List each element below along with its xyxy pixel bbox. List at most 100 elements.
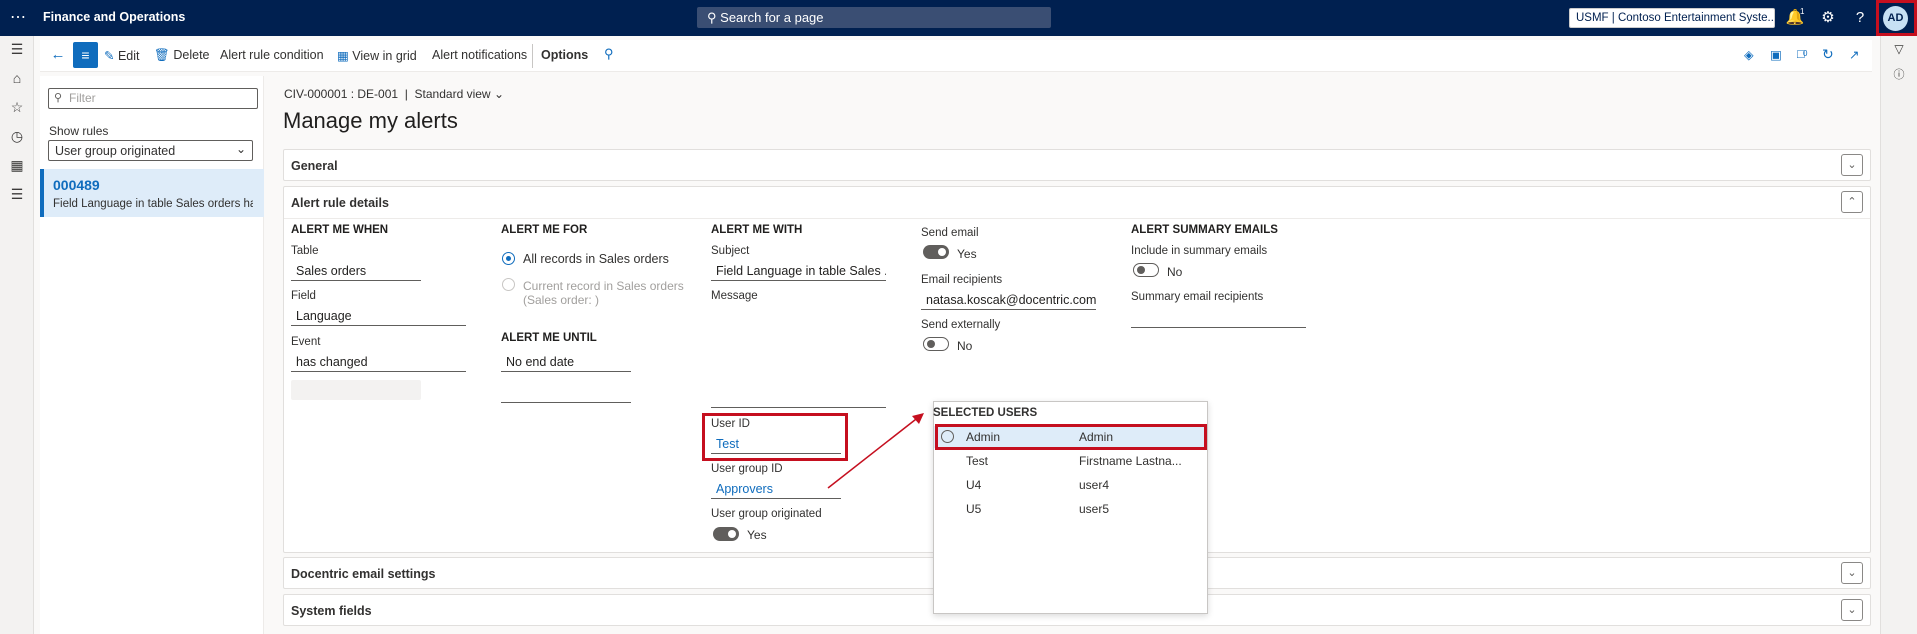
send-externally-toggle[interactable] <box>923 337 949 351</box>
message-input[interactable] <box>711 407 886 408</box>
user-row-id: U5 <box>966 502 982 516</box>
send-email-value: Yes <box>957 247 977 261</box>
power-apps-icon[interactable]: ◈ <box>1744 47 1754 65</box>
top-navigation-bar: ⋯ Finance and Operations ⚲ Search for a … <box>0 0 1917 36</box>
left-navigation-rail: ☰ ⌂ ☆ ◷ ▦ ☰ <box>0 36 34 634</box>
tab-general-title: General <box>291 159 338 173</box>
avatar[interactable]: AD <box>1883 6 1908 31</box>
email-recipients-field[interactable]: natasa.koscak@docentric.com <box>921 293 1096 310</box>
alert-me-for-heading: ALERT ME FOR <box>501 224 588 236</box>
action-search-icon[interactable]: ⚲ <box>604 46 614 64</box>
open-new-window-icon[interactable]: ↗ <box>1849 47 1859 65</box>
user-row[interactable]: U5 user5 <box>934 498 1206 520</box>
event-label: Event <box>291 336 321 348</box>
list-view-icon[interactable]: ≡ <box>73 42 98 68</box>
info-icon[interactable]: ⓘ <box>1890 66 1908 84</box>
user-row-id: U4 <box>966 478 982 492</box>
attachments-count: 0 <box>1803 49 1808 58</box>
view-in-grid-button[interactable]: ▦ View in grid <box>337 48 417 66</box>
chevron-down-icon[interactable]: ⌄ <box>494 87 504 101</box>
search-placeholder: Search for a page <box>720 10 824 25</box>
event-field[interactable]: has changed <box>291 355 466 372</box>
send-email-label: Send email <box>921 227 979 239</box>
list-item-description: Field Language in table Sales orders ha.… <box>53 198 253 210</box>
filter-search-icon: ⚲ <box>54 92 63 104</box>
alert-notifications-button[interactable]: Alert notifications <box>432 48 527 66</box>
chevron-down-icon: ⌄ <box>235 142 246 156</box>
pencil-icon: ✎ <box>104 49 115 63</box>
subject-field[interactable]: Field Language in table Sales ... <box>711 264 886 281</box>
office-icon[interactable]: ▣ <box>1770 47 1782 65</box>
summary-recipients-input[interactable] <box>1131 327 1306 328</box>
list-item[interactable]: 000489 Field Language in table Sales ord… <box>40 169 264 217</box>
alert-me-when-heading: ALERT ME WHEN <box>291 224 389 236</box>
radio-all-records[interactable] <box>502 252 515 265</box>
record-caption: CIV-000001 : DE-001 <box>284 87 399 101</box>
user-row-name: user5 <box>1079 502 1110 516</box>
chevron-down-icon[interactable]: ⌄ <box>1841 599 1863 621</box>
send-email-toggle[interactable] <box>923 245 949 259</box>
trash-icon: 🗑 <box>154 48 170 62</box>
include-summary-label: Include in summary emails <box>1131 245 1268 257</box>
filter-funnel-icon[interactable]: ▽ <box>1890 40 1908 58</box>
refresh-icon[interactable]: ↻ <box>1822 46 1834 64</box>
radio-current-record-sublabel: (Sales order: ) <box>523 293 600 307</box>
options-tab[interactable]: Options <box>541 48 588 66</box>
user-group-originated-toggle[interactable] <box>713 527 739 541</box>
back-arrow-icon[interactable]: ← <box>48 45 68 65</box>
home-icon[interactable]: ⌂ <box>8 69 26 87</box>
chevron-down-icon[interactable]: ⌄ <box>1841 154 1863 176</box>
filter-placeholder: Filter <box>69 91 96 105</box>
action-divider <box>532 44 533 68</box>
chevron-up-icon[interactable]: ⌃ <box>1841 191 1863 213</box>
hamburger-menu-icon[interactable]: ☰ <box>8 40 26 58</box>
summary-recipients-label: Summary email recipients <box>1131 291 1264 303</box>
user-group-originated-value: Yes <box>747 528 767 542</box>
search-icon: ⚲ <box>707 10 717 25</box>
app-launcher-icon[interactable]: ⋯ <box>9 9 27 27</box>
tab-system-fields-title: System fields <box>291 604 372 618</box>
user-row-name: user4 <box>1079 478 1110 492</box>
include-summary-toggle[interactable] <box>1133 263 1159 277</box>
company-selector[interactable]: USMF | Contoso Entertainment Syste... <box>1569 8 1775 28</box>
settings-gear-icon[interactable]: ⚙ <box>1818 8 1838 28</box>
field-label: Field <box>291 290 316 302</box>
view-selector[interactable]: Standard view <box>415 87 491 101</box>
modules-list-icon[interactable]: ☰ <box>8 185 26 203</box>
alert-rule-condition-button[interactable]: Alert rule condition <box>220 48 324 66</box>
page-search-box[interactable]: ⚲ Search for a page <box>697 7 1051 28</box>
breadcrumb-separator: | <box>404 87 408 101</box>
right-pane-rail: ▽ ⓘ <box>1880 36 1917 634</box>
tab-general[interactable]: General ⌄ <box>283 149 1871 181</box>
tab-alert-rule-details-title: Alert rule details <box>291 196 389 210</box>
breadcrumb: CIV-000001 : DE-001 | Standard view ⌄ <box>284 87 504 101</box>
app-title: Finance and Operations <box>43 10 186 24</box>
filter-input[interactable]: ⚲ Filter <box>48 88 258 109</box>
send-externally-value: No <box>957 339 973 353</box>
end-date-input[interactable] <box>501 402 631 403</box>
field-field[interactable]: Language <box>291 309 466 326</box>
table-field[interactable]: Sales orders <box>291 264 421 281</box>
chevron-down-icon[interactable]: ⌄ <box>1841 562 1863 584</box>
workspaces-icon[interactable]: ▦ <box>8 156 26 174</box>
user-row[interactable]: U4 user4 <box>934 474 1206 496</box>
recent-clock-icon[interactable]: ◷ <box>8 127 26 145</box>
delete-button[interactable]: 🗑 Delete <box>154 48 210 66</box>
alert-me-with-heading: ALERT ME WITH <box>711 224 803 236</box>
show-rules-label: Show rules <box>49 124 109 138</box>
help-icon[interactable]: ? <box>1850 8 1870 28</box>
selected-user-highlight-box <box>935 424 1207 450</box>
user-row[interactable]: Test Firstname Lastna... <box>934 450 1206 472</box>
radio-current-record <box>502 278 515 291</box>
message-label: Message <box>711 290 758 302</box>
user-group-id-label: User group ID <box>711 463 783 475</box>
favorites-star-icon[interactable]: ☆ <box>8 98 26 116</box>
tab-divider <box>284 218 1870 219</box>
show-rules-value: User group originated <box>55 144 176 158</box>
end-date-field[interactable]: No end date <box>501 355 631 372</box>
user-id-label: User ID <box>711 418 750 430</box>
email-recipients-label: Email recipients <box>921 274 1003 286</box>
page-title: Manage my alerts <box>283 108 458 133</box>
show-rules-select[interactable]: User group originated ⌄ <box>48 140 253 161</box>
edit-button[interactable]: ✎ Edit <box>104 48 140 66</box>
